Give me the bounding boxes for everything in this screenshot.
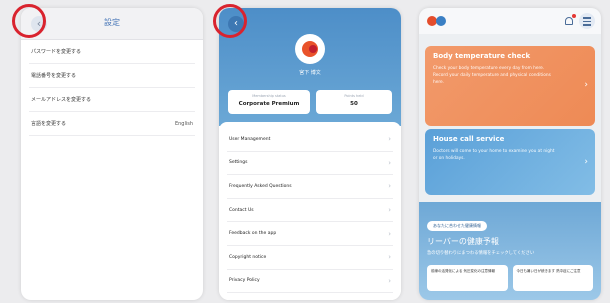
body-temperature-card[interactable]: Body temperature check Check your body t…	[425, 46, 595, 126]
menu-item-label: Feedback on the app	[229, 231, 277, 237]
settings-screen: ‹ 設定 パスワードを変更する 電話番号を変更する メールアドレスを変更する 言…	[21, 8, 203, 300]
language-value: English	[174, 120, 193, 127]
menu-item-label: User Management	[229, 136, 271, 142]
home-header	[419, 8, 601, 34]
chevron-right-icon: ›	[388, 182, 391, 191]
page-title: 設定	[104, 18, 120, 27]
home-screen: Body temperature check Check your body t…	[419, 8, 601, 300]
forecast-description: 急の切り替わりにまつわる情報をチェックしてください	[427, 251, 535, 256]
menu-item-label: Privacy Policy	[229, 278, 260, 284]
chevron-right-icon: ›	[388, 253, 391, 262]
card-title: Body temperature check	[433, 52, 531, 60]
menu-item-faq[interactable]: Frequently Asked Questions ›	[227, 175, 393, 199]
settings-item-password[interactable]: パスワードを変更する	[29, 40, 195, 64]
user-name: 宮下 博文	[299, 70, 321, 76]
hamburger-menu-icon[interactable]	[579, 13, 595, 29]
settings-item-label: パスワードを変更する	[31, 49, 82, 55]
menu-item-settings[interactable]: Settings ›	[227, 152, 393, 176]
card-description: Doctors will come to your home to examin…	[433, 149, 555, 161]
settings-item-label: メールアドレスを変更する	[31, 97, 92, 103]
chevron-right-icon: ›	[388, 158, 391, 167]
card-description: Check your body temperature every day fr…	[433, 66, 551, 85]
card-title: House call service	[433, 135, 505, 143]
highlight-circle	[12, 4, 46, 38]
settings-header: ‹ 設定	[21, 8, 203, 40]
points-label: Points held	[344, 94, 364, 98]
settings-item-phone[interactable]: 電話番号を変更する	[29, 64, 195, 88]
menu-line	[583, 20, 591, 22]
menu-item-contact[interactable]: Contact Us ›	[227, 199, 393, 223]
avatar-logo-accent	[309, 45, 317, 53]
menu-item-label: Copyright notice	[229, 254, 267, 260]
menu-item-label: Settings	[229, 160, 248, 166]
forecast-card[interactable]: 今日も暑い日が続きます 熱中症にご注意	[512, 265, 593, 291]
forecast-cards: 前線の活発化による 気圧変化の注意情報 今日も暑い日が続きます 熱中症にご注意	[427, 265, 593, 291]
settings-item-label: 言語を変更する	[31, 121, 67, 127]
chevron-right-icon: ›	[388, 135, 391, 144]
settings-item-label: 電話番号を変更する	[31, 73, 77, 79]
menu-line	[583, 24, 591, 26]
house-call-card[interactable]: House call service Doctors will come to …	[425, 129, 595, 195]
menu-item-user-management[interactable]: User Management ›	[227, 128, 393, 152]
forecast-title: リーバーの健康予報	[427, 237, 499, 246]
settings-item-language[interactable]: 言語を変更する English	[29, 112, 195, 136]
menu-item-copyright[interactable]: Copyright notice ›	[227, 246, 393, 270]
avatar	[295, 34, 325, 64]
chevron-right-icon: ›	[584, 79, 588, 90]
chevron-right-icon: ›	[388, 276, 391, 285]
menu-item-feedback[interactable]: Feedback on the app ›	[227, 222, 393, 246]
menu-item-label: Frequently Asked Questions	[229, 183, 292, 189]
notification-badge	[572, 14, 576, 18]
chevron-right-icon: ›	[388, 206, 391, 215]
health-forecast-section: あなたに合わせた健康情報 リーバーの健康予報 急の切り替わりにまつわる情報をチェ…	[419, 202, 601, 300]
membership-card: Membership status Corporate Premium	[228, 90, 310, 114]
bell-icon[interactable]	[565, 14, 576, 25]
points-card: Points held 50	[316, 90, 392, 114]
menu-item-privacy[interactable]: Privacy Policy ›	[227, 270, 393, 294]
logo-blue-circle	[436, 16, 446, 26]
points-value: 50	[350, 101, 358, 107]
forecast-card[interactable]: 前線の活発化による 気圧変化の注意情報	[427, 265, 508, 291]
chevron-right-icon: ›	[388, 229, 391, 238]
app-logo	[427, 16, 449, 26]
settings-item-email[interactable]: メールアドレスを変更する	[29, 88, 195, 112]
account-screen: ‹ 宮下 博文 Membership status Corporate Prem…	[219, 8, 401, 300]
account-menu-list: User Management › Settings › Frequently As…	[219, 122, 401, 300]
membership-label: Membership status	[252, 94, 286, 98]
forecast-pill: あなたに合わせた健康情報	[427, 221, 487, 231]
menu-item-label: Contact Us	[229, 207, 254, 213]
chevron-right-icon: ›	[584, 156, 588, 167]
menu-line	[583, 17, 591, 19]
membership-value: Corporate Premium	[238, 101, 300, 107]
settings-list: パスワードを変更する 電話番号を変更する メールアドレスを変更する 言語を変更す…	[21, 40, 203, 136]
highlight-circle	[213, 4, 247, 38]
